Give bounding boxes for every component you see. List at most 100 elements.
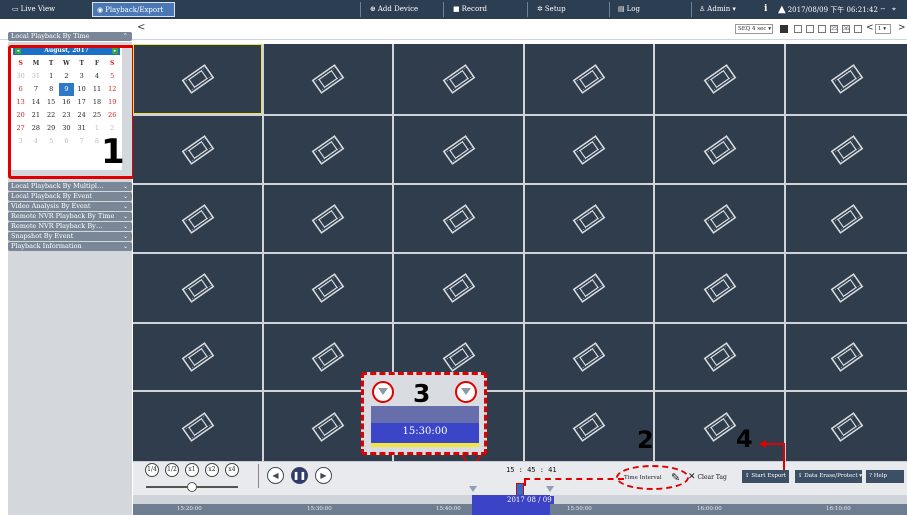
zoom-yellow-strip bbox=[371, 443, 479, 447]
video-channel-cell[interactable] bbox=[264, 254, 392, 322]
speed-1x-button[interactable]: x1 bbox=[185, 463, 199, 477]
local-playback-by-time-header[interactable]: Local Playback By Time ⌃ bbox=[8, 32, 132, 41]
layout-1-icon[interactable] bbox=[794, 25, 802, 33]
time-interval-label[interactable]: Time Interval bbox=[624, 475, 662, 481]
gear-icon: ✲ bbox=[537, 5, 543, 13]
video-channel-cell[interactable] bbox=[655, 254, 784, 322]
timeline-end-marker-icon[interactable] bbox=[546, 486, 554, 492]
video-channel-cell[interactable] bbox=[655, 116, 784, 183]
timeline-tick: 15:50:00 bbox=[567, 506, 592, 512]
sidebar-section-snapshot[interactable]: Snapshot By Event ⌄ bbox=[8, 232, 132, 241]
speed-half-button[interactable]: 1/2 bbox=[165, 463, 179, 477]
play-circle-icon: ◉ bbox=[97, 6, 104, 14]
sidebar-section-video-analysis[interactable]: Video Analysis By Event ⌄ bbox=[8, 202, 132, 211]
film-placeholder-icon bbox=[572, 203, 606, 234]
fullscreen-icon[interactable] bbox=[854, 25, 862, 33]
sidebar-section-playback-info[interactable]: Playback Information ⌄ bbox=[8, 242, 132, 251]
callout-leader bbox=[524, 478, 526, 486]
page-select[interactable]: 1 ▾ bbox=[875, 24, 891, 34]
video-channel-cell[interactable] bbox=[394, 254, 523, 322]
layout-36-button[interactable]: 36 bbox=[842, 25, 850, 33]
video-channel-cell[interactable] bbox=[786, 392, 907, 461]
next-frame-button[interactable]: ▶ bbox=[315, 467, 332, 484]
snapshot-icon[interactable] bbox=[780, 25, 788, 33]
tab-playback-export[interactable]: ◉ Playback/Export bbox=[92, 2, 175, 17]
video-channel-cell[interactable] bbox=[786, 254, 907, 322]
zoom-range-overlay bbox=[371, 406, 479, 423]
pin-window-icon[interactable]: ⌖ bbox=[888, 2, 900, 17]
speed-4x-button[interactable]: x4 bbox=[225, 463, 239, 477]
tab-setup[interactable]: ✲ Setup bbox=[533, 2, 583, 17]
sidebar-section-multiple[interactable]: Local Playback By Multipl… ⌄ bbox=[8, 182, 132, 191]
video-channel-cell[interactable] bbox=[133, 254, 262, 322]
minimize-icon[interactable]: − bbox=[876, 2, 886, 17]
film-placeholder-icon bbox=[572, 342, 606, 372]
video-channel-cell[interactable] bbox=[655, 44, 784, 114]
video-channel-cell[interactable] bbox=[525, 44, 653, 114]
layout-25-button[interactable]: 25 bbox=[830, 25, 838, 33]
sidebar-section-event[interactable]: Local Playback By Event ⌄ bbox=[8, 192, 132, 201]
sidebar-section-remote-nvr[interactable]: Remote NVR Playback By… ⌄ bbox=[8, 222, 132, 231]
video-channel-cell[interactable] bbox=[394, 116, 523, 183]
speed-slider-knob[interactable] bbox=[187, 482, 197, 492]
timeline-tick: 16:00:00 bbox=[697, 506, 722, 512]
end-marker-icon[interactable] bbox=[461, 388, 471, 395]
user-menu[interactable]: ♙ Admin ▾ bbox=[695, 2, 742, 17]
pin-icon[interactable]: ✎ bbox=[671, 471, 680, 484]
tab-record[interactable]: ■ Record bbox=[449, 2, 504, 17]
video-channel-cell[interactable] bbox=[133, 392, 262, 461]
video-channel-cell[interactable] bbox=[525, 116, 653, 183]
prev-page-icon[interactable]: < bbox=[866, 23, 874, 33]
video-channel-cell[interactable] bbox=[394, 44, 523, 114]
start-export-button[interactable]: ⇪ Start Export bbox=[742, 470, 789, 483]
film-placeholder-icon bbox=[703, 342, 736, 372]
video-channel-cell[interactable] bbox=[655, 324, 784, 390]
timeline-tick: 16:10:00 bbox=[826, 506, 851, 512]
video-channel-cell[interactable] bbox=[525, 324, 653, 390]
video-channel-cell[interactable] bbox=[786, 324, 907, 390]
video-channel-cell[interactable] bbox=[525, 185, 653, 252]
chevron-down-icon: ⌄ bbox=[122, 183, 128, 190]
timeline-tick: 15:20:00 bbox=[177, 506, 202, 512]
video-channel-cell[interactable] bbox=[786, 116, 907, 183]
video-channel-cell[interactable] bbox=[264, 44, 392, 114]
video-channel-cell[interactable] bbox=[525, 254, 653, 322]
video-channel-cell[interactable] bbox=[264, 185, 392, 252]
data-erase-protect-button[interactable]: ⇪ Data Erase/Protect ▾ bbox=[795, 470, 862, 483]
video-channel-cell[interactable] bbox=[786, 44, 907, 114]
timeline-start-marker-icon[interactable] bbox=[469, 486, 477, 492]
film-placeholder-icon bbox=[311, 203, 345, 234]
video-channel-cell[interactable] bbox=[786, 185, 907, 252]
video-channel-cell[interactable] bbox=[655, 392, 784, 461]
tab-live-view[interactable]: ▭ Live View bbox=[8, 2, 83, 17]
pause-button[interactable]: ❚❚ bbox=[291, 467, 308, 484]
tab-log[interactable]: ▤ Log bbox=[614, 2, 654, 17]
clear-tag-button[interactable]: ✕ Clear Tag bbox=[688, 472, 727, 482]
video-channel-cell[interactable] bbox=[655, 185, 784, 252]
video-channel-cell[interactable] bbox=[133, 324, 262, 390]
divider bbox=[691, 2, 692, 17]
prev-frame-button[interactable]: ◀ bbox=[267, 467, 284, 484]
video-channel-cell[interactable] bbox=[394, 185, 523, 252]
video-channel-cell[interactable] bbox=[133, 116, 262, 183]
layout-4-icon[interactable] bbox=[806, 25, 814, 33]
next-page-icon[interactable]: > bbox=[898, 23, 906, 33]
tab-add-device[interactable]: ⊕ Add Device bbox=[366, 2, 430, 17]
monitor-icon: ▭ bbox=[12, 5, 19, 13]
film-placeholder-icon bbox=[830, 342, 863, 372]
video-channel-cell[interactable] bbox=[133, 44, 262, 114]
start-marker-icon[interactable] bbox=[378, 388, 388, 395]
back-arrow-icon[interactable]: < bbox=[137, 22, 145, 33]
speed-2x-button[interactable]: x2 bbox=[205, 463, 219, 477]
video-channel-cell[interactable] bbox=[264, 116, 392, 183]
speed-quarter-button[interactable]: 1/4 bbox=[145, 463, 159, 477]
video-channel-cell[interactable] bbox=[525, 392, 653, 461]
export-icon: ⇪ bbox=[745, 473, 750, 479]
video-channel-cell[interactable] bbox=[133, 185, 262, 252]
info-icon[interactable]: i bbox=[760, 2, 770, 17]
sidebar-section-remote-nvr-time[interactable]: Remote NVR Playback By Time ⌄ bbox=[8, 212, 132, 221]
film-placeholder-icon bbox=[311, 134, 345, 165]
help-button[interactable]: ? Help bbox=[866, 470, 904, 483]
layout-9-icon[interactable] bbox=[818, 25, 826, 33]
seq-select[interactable]: SEQ 4 sec ▾ bbox=[735, 24, 773, 34]
